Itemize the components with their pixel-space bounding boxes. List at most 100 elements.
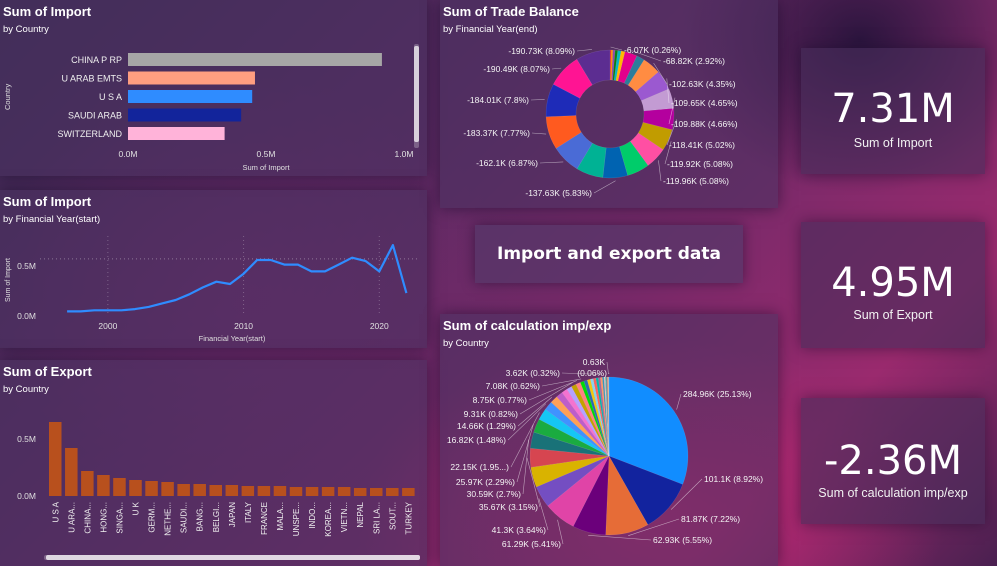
import-by-country-chart: Country Sum of Import 0.0M 0.5M 1.0M CHI… bbox=[3, 44, 419, 172]
pie-leader-line bbox=[522, 439, 529, 495]
import-by-year-panel: Sum of Import by Financial Year(start) S… bbox=[0, 190, 427, 348]
pie-data-label: -119.96K (5.08%) bbox=[663, 176, 729, 186]
export-bar bbox=[161, 482, 174, 496]
pie-data-label: 9.31K (0.82%) bbox=[464, 409, 519, 419]
pie-data-label: -109.65K (4.65%) bbox=[671, 98, 738, 108]
pie-data-label: -109.88K (4.66%) bbox=[671, 119, 738, 129]
pie-data-label: 284.96K (25.13%) bbox=[683, 389, 752, 399]
pie-leader-line bbox=[530, 99, 545, 101]
export-category-label: NETHE... bbox=[164, 502, 173, 536]
pie-data-label: -184.01K (7.8%) bbox=[467, 95, 529, 105]
pie-leader-line bbox=[593, 180, 616, 194]
import-x-tick-0: 0.0M bbox=[119, 149, 138, 159]
kpi-export-value: 4.95M bbox=[831, 260, 955, 306]
export-category-label: U S A bbox=[51, 501, 60, 522]
calc-pie-panel: Sum of calculation imp/exp by Country 28… bbox=[440, 314, 778, 566]
kpi-export-label: Sum of Export bbox=[853, 308, 933, 322]
pie-data-label: 8.75K (0.77%) bbox=[473, 395, 528, 405]
export-bar bbox=[353, 488, 367, 496]
export-category-label: CHINA... bbox=[83, 502, 92, 534]
export-category-label: ITALY bbox=[244, 501, 253, 523]
import-bar bbox=[128, 71, 255, 85]
export-category-label: FRANCE bbox=[260, 502, 269, 535]
import-x-axis-label: Sum of Import bbox=[242, 163, 290, 172]
pie-data-label: 61.29K (5.41%) bbox=[502, 539, 561, 549]
trade-balance-chart: -6.07K (0.26%)-68.82K (2.92%) -102.63K (4… bbox=[463, 45, 738, 198]
export-bar bbox=[337, 487, 351, 496]
export-category-label: BELGI... bbox=[212, 502, 221, 532]
import-x-tick-2: 1.0M bbox=[395, 149, 414, 159]
line-y-axis-label: Sum of Import bbox=[5, 258, 12, 302]
export-category-label: U K bbox=[132, 501, 141, 515]
pie-data-label: 25.97K (2.29%) bbox=[456, 477, 515, 487]
line-x-tick: 2020 bbox=[370, 321, 389, 331]
import-category-label: CHINA P RP bbox=[71, 55, 122, 65]
line-y-tick-1: 0.5M bbox=[17, 261, 36, 271]
pie-data-label: 3.62K (0.32%) bbox=[506, 368, 561, 378]
pie-data-label: -6.07K (0.26%) bbox=[624, 45, 681, 55]
export-category-label: SAUDI... bbox=[180, 502, 189, 533]
export-bar bbox=[386, 488, 399, 496]
pie-data-label: 14.66K (1.29%) bbox=[457, 421, 516, 431]
export-by-country-chart: 0.0M 0.5M U S A U ARA... CHINA... HONG... SI… bbox=[17, 422, 420, 560]
pie-data-label: -190.49K (8.07%) bbox=[483, 64, 550, 74]
pie-data-label: 101.1K (8.92%) bbox=[704, 474, 763, 484]
pie-leader-line bbox=[676, 393, 682, 410]
import-scrollbar-thumb[interactable] bbox=[414, 46, 419, 142]
import-bar bbox=[128, 90, 253, 103]
calc-pie-chart: 284.96K (25.13%) 101.1K (8.92%) 81.87K (7.… bbox=[447, 357, 763, 549]
export-bar bbox=[289, 487, 303, 496]
export-bar bbox=[241, 486, 255, 496]
pie-leader-line bbox=[610, 46, 623, 51]
pie-leader-line bbox=[658, 160, 662, 182]
pie-data-label: 16.82K (1.48%) bbox=[447, 435, 506, 445]
export-bar bbox=[145, 481, 158, 496]
export-bar bbox=[321, 487, 335, 496]
import-by-year-chart: Sum of Import Financial Year(start) 0.0M… bbox=[5, 236, 420, 343]
pie-data-label: 22.15K (1.95...) bbox=[450, 462, 509, 472]
export-bar bbox=[402, 488, 415, 496]
kpi-calc-label: Sum of calculation imp/exp bbox=[818, 486, 968, 500]
pie-leader-line bbox=[539, 161, 564, 164]
export-bar bbox=[81, 471, 94, 496]
import-y-axis-label: Country bbox=[3, 83, 12, 110]
export-by-country-panel: Sum of Export by Country 0.0M 0.5M U S A… bbox=[0, 360, 427, 566]
line-x-tick: 2010 bbox=[234, 321, 253, 331]
import-bar bbox=[128, 108, 242, 122]
export-y-tick-0: 0.0M bbox=[17, 491, 36, 501]
pie-data-label: -118.41K (5.02%) bbox=[669, 140, 735, 150]
pie-data-label: -162.1K (6.87%) bbox=[476, 158, 538, 168]
export-bar bbox=[305, 487, 319, 496]
import-series-line bbox=[67, 243, 408, 313]
export-bar bbox=[129, 480, 142, 496]
line-x-tick: 2000 bbox=[98, 321, 117, 331]
export-bar bbox=[225, 485, 239, 496]
export-category-label: HONG... bbox=[99, 502, 108, 533]
import-bar bbox=[128, 53, 382, 66]
pie-data-label: (0.06%) bbox=[577, 368, 607, 378]
pie-data-label: -183.37K (7.77%) bbox=[463, 128, 530, 138]
export-category-label: TURKEY bbox=[404, 501, 413, 534]
pie-leader-line bbox=[531, 132, 547, 135]
export-category-label: BANG... bbox=[196, 502, 205, 531]
pie-data-label: 62.93K (5.55%) bbox=[653, 535, 712, 545]
export-category-label: UNSPE... bbox=[292, 502, 301, 536]
export-category-label: INDO... bbox=[308, 502, 317, 529]
dashboard-banner-text: Import and export data bbox=[497, 244, 721, 264]
pie-data-label: -68.82K (2.92%) bbox=[663, 56, 725, 66]
kpi-export-card: 4.95M Sum of Export bbox=[801, 222, 985, 348]
export-scrollbar-thumb[interactable] bbox=[46, 555, 420, 560]
kpi-calc-value: -2.36M bbox=[823, 438, 962, 484]
export-bar bbox=[177, 484, 190, 496]
pie-leader-line bbox=[588, 535, 652, 541]
export-bar bbox=[257, 486, 271, 496]
dashboard-banner: Import and export data bbox=[475, 225, 743, 283]
pie-data-label: -137.63K (5.83%) bbox=[525, 188, 592, 198]
pie-data-label: 0.63K bbox=[583, 357, 606, 367]
pie-data-label: -102.63K (4.35%) bbox=[669, 79, 736, 89]
pie-data-label: 81.87K (7.22%) bbox=[681, 514, 740, 524]
export-category-label: NEPAL bbox=[356, 501, 365, 527]
pie-data-label: 30.59K (2.7%) bbox=[467, 489, 522, 499]
import-by-country-panel: Sum of Import by Country Country Sum of … bbox=[0, 0, 427, 176]
import-category-label: U ARAB EMTS bbox=[61, 74, 122, 84]
